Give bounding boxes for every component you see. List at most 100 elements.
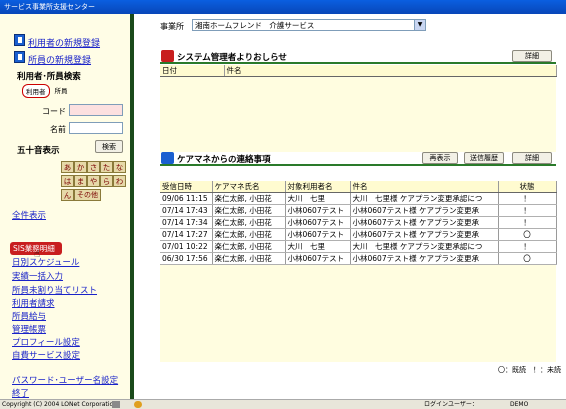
admin-panel-header: システム管理者よりおしらせ 詳細 [160,50,556,64]
cell-subject: 小林0607テスト様 ケアプラン変更承 [350,204,499,217]
table-row[interactable]: 06/30 17:56 楽仁太郎, 小田花 小林0607テスト 小林0607テスト様 … [160,252,557,265]
cell-subject: 小林0607テスト様 ケアプラン変更承 [350,228,499,241]
read-status-legend: 〇：既読 ！：未読 [498,366,561,374]
col-status: 状態 [498,181,557,193]
cell-target-user: 小林0607テスト [285,204,351,217]
caremgr-message-panel: ケアマネからの連絡事項 再表示 送信履歴 詳細 受信日時 ケアマネ氏名 対象利用… [160,152,557,362]
menu-own-service-settings[interactable]: 自費サービス設定 [12,349,80,361]
admin-detail-button[interactable]: 詳細 [512,50,552,62]
caremgr-panel-header: ケアマネからの連絡事項 再表示 送信履歴 詳細 [160,152,556,166]
window-title: サービス事業所支援センター [0,0,566,14]
office-select[interactable]: 湘南ホームフレンド 介護サービス ▼ [192,19,426,31]
cell-target-user: 小林0607テスト [285,228,351,241]
kana-n[interactable]: ん [61,189,74,201]
menu-profile-settings[interactable]: プロフィール設定 [12,336,80,348]
cell-received: 07/14 17:34 [160,216,213,229]
admin-panel-title: システム管理者よりおしらせ [177,53,287,63]
cell-target-user: 小林0607テスト [285,252,351,265]
office-select-value: 湘南ホームフレンド 介護サービス [195,21,315,30]
status-light-icon [134,401,142,408]
menu-all[interactable]: 全件表示 [12,209,46,221]
code-label: コード [42,107,66,116]
table-row[interactable]: 07/14 17:27 楽仁太郎, 小田花 小林0607テスト 小林0607テスト様 … [160,228,557,241]
cell-status: 〇 [498,228,557,241]
radio-user[interactable]: 利用者 [22,84,50,98]
kana-ka[interactable]: か [74,161,87,173]
office-label: 事業所 [160,22,184,31]
col-subject: 件名 [350,181,499,193]
kana-ra[interactable]: ら [100,175,113,187]
menu-unassigned-list[interactable]: 所員未割り当てリスト [12,284,97,296]
client-area: 利用者の新規登録 所員の新規登録 利用者･所員検索 利用者 所員 コード 名前 … [0,14,566,399]
cell-status: ！ [498,240,557,253]
register-staff-link[interactable]: 所員の新規登録 [28,53,91,66]
message-icon [161,152,174,164]
name-label: 名前 [50,125,66,134]
kana-wa[interactable]: わ [113,175,126,187]
caremgr-table: 受信日時 ケアマネ氏名 対象利用者名 件名 状態 09/06 11:15 楽仁太郎… [160,181,557,265]
radio-staff[interactable]: 所員 [52,84,71,98]
menu-management-reports[interactable]: 管理帳票 [12,323,46,335]
send-history-button[interactable]: 送信履歴 [464,152,504,164]
admin-table-header-row: 日付 件名 [160,65,557,77]
cell-subject: 小林0607テスト様 ケアプラン変更承 [350,216,499,229]
pencil-icon [112,401,120,408]
search-button[interactable]: 検索 [95,140,123,153]
cell-status: ！ [498,216,557,229]
cell-target-user: 大川 七里 [285,240,351,253]
menu-exit[interactable]: 終了 [12,387,29,399]
status-bar: Copyright (C) 2004 LONet Corporation ログイ… [0,399,566,409]
table-row[interactable]: 07/01 10:22 楽仁太郎, 小田花 大川 七里 大川 七里様 ケアプラン変更承… [160,240,557,253]
cell-target-user: 小林0607テスト [285,216,351,229]
caremgr-table-header-row: 受信日時 ケアマネ氏名 対象利用者名 件名 状態 [160,181,557,193]
cell-received: 07/14 17:27 [160,228,213,241]
admin-col-date: 日付 [160,65,225,77]
admin-notice-table: 日付 件名 [160,65,557,77]
menu-password-settings[interactable]: パスワード･ユーザー名設定 [12,374,118,386]
cell-caremanager: 楽仁太郎, 小田花 [212,216,286,229]
register-user-link[interactable]: 利用者の新規登録 [28,36,100,49]
caremgr-table-area: 受信日時 ケアマネ氏名 対象利用者名 件名 状態 09/06 11:15 楽仁太郎… [160,181,557,362]
table-row[interactable]: 09/06 11:15 楽仁太郎, 小田花 大川 七里 大川 七里様 ケアプラン変更承… [160,192,557,205]
kana-ma[interactable]: ま [74,175,87,187]
cell-subject: 小林0607テスト様 ケアプラン変更承 [350,252,499,265]
cell-received: 06/30 17:56 [160,252,213,265]
caremgr-panel-title: ケアマネからの連絡事項 [177,155,271,165]
col-caremanager: ケアマネ氏名 [212,181,286,193]
table-row[interactable]: 07/14 17:34 楽仁太郎, 小田花 小林0607テスト 小林0607テスト様 … [160,216,557,229]
copyright-text: Copyright (C) 2004 LONet Corporation [2,401,117,408]
admin-col-subject: 件名 [224,65,557,77]
kana-ta[interactable]: た [100,161,113,173]
menu-staff-salary[interactable]: 所員給与 [12,310,46,322]
chevron-down-icon[interactable]: ▼ [414,20,425,30]
redisplay-button[interactable]: 再表示 [422,152,458,164]
login-user-label: ログインユーザー： [424,401,478,408]
menu-bulk-input[interactable]: 実績一括入力 [12,270,63,282]
cell-status: 〇 [498,252,557,265]
kana-na[interactable]: な [113,161,126,173]
menu-daily-schedule[interactable]: 日別スケジュール [12,256,79,268]
cell-status: ！ [498,204,557,217]
register-staff-icon [14,51,25,63]
col-received: 受信日時 [160,181,213,193]
cell-target-user: 大川 七里 [285,192,351,205]
sidebar: 利用者の新規登録 所員の新規登録 利用者･所員検索 利用者 所員 コード 名前 … [0,14,134,399]
admin-notice-panel: システム管理者よりおしらせ 詳細 日付 件名 [160,50,557,154]
search-heading: 利用者･所員検索 [17,72,81,82]
caremgr-detail-button[interactable]: 詳細 [512,152,552,164]
table-row[interactable]: 07/14 17:43 楽仁太郎, 小田花 小林0607テスト 小林0607テスト様 … [160,204,557,217]
cell-received: 07/01 10:22 [160,240,213,253]
name-field[interactable] [69,122,123,134]
menu-user-billing[interactable]: 利用者請求 [12,297,55,309]
col-target-user: 対象利用者名 [285,181,351,193]
kana-ha[interactable]: は [61,175,74,187]
kana-ya[interactable]: や [87,175,100,187]
cell-caremanager: 楽仁太郎, 小田花 [212,240,286,253]
cell-subject: 大川 七里様 ケアプラン変更承認につ [350,240,499,253]
cell-received: 07/14 17:43 [160,204,213,217]
kana-sa[interactable]: さ [87,161,100,173]
kana-a[interactable]: あ [61,161,74,173]
code-field[interactable] [69,104,123,116]
cell-caremanager: 楽仁太郎, 小田花 [212,252,286,265]
kana-other[interactable]: その他 [74,189,101,201]
